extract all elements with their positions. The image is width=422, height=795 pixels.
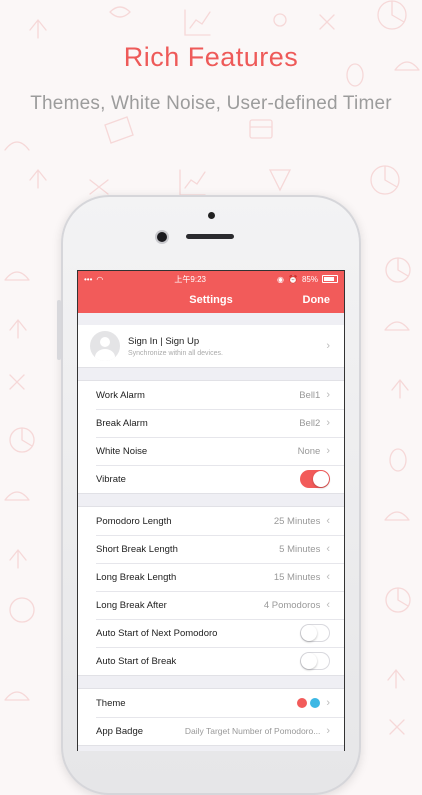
theme-row[interactable]: Theme ›	[78, 689, 344, 717]
headline: Rich Features	[123, 42, 299, 72]
pomodoro-length-row[interactable]: Pomodoro Length 25 Minutes ‹	[78, 507, 344, 535]
theme-color-swatch	[297, 698, 308, 708]
subheadline: Themes, White Noise, User-defined Timer	[30, 93, 392, 114]
chevron-left-icon: ‹	[326, 515, 330, 527]
chevron-right-icon: ›	[326, 445, 330, 457]
chevron-right-icon: ›	[326, 725, 330, 737]
done-button[interactable]: Done	[303, 294, 331, 306]
chevron-right-icon: ›	[326, 389, 330, 401]
front-camera-icon	[157, 232, 167, 242]
chevron-left-icon: ‹	[326, 571, 330, 583]
chevron-right-icon: ›	[326, 417, 330, 429]
auto-start-next-row: Auto Start of Next Pomodoro	[78, 619, 344, 647]
short-break-length-row[interactable]: Short Break Length 5 Minutes ‹	[78, 535, 344, 563]
chevron-left-icon: ‹	[326, 599, 330, 611]
theme-color-swatch	[310, 698, 321, 708]
earpiece-speaker	[186, 234, 234, 239]
status-bar: ••• ◠ 上午9:23 ◉ ⏰ 85%	[78, 271, 344, 287]
app-badge-row[interactable]: App Badge Daily Target Number of Pomodor…	[78, 717, 344, 745]
battery-icon	[322, 275, 338, 283]
auto-start-break-toggle[interactable]	[300, 652, 330, 670]
page-title: Settings	[189, 294, 233, 306]
alarm-icon: ⏰	[288, 274, 298, 284]
signal-icon: •••	[84, 274, 93, 284]
auto-start-break-row: Auto Start of Break	[78, 647, 344, 675]
work-alarm-row[interactable]: Work Alarm Bell1 ›	[78, 381, 344, 409]
appearance-settings-group: Theme › App Badge Daily Target Number of…	[78, 688, 344, 746]
battery-percent: 85%	[301, 274, 318, 284]
sign-in-subtitle: Synchronize within all devices.	[128, 349, 223, 357]
chevron-right-icon: ›	[326, 697, 330, 709]
break-alarm-row[interactable]: Break Alarm Bell2 ›	[78, 409, 344, 437]
vibrate-row: Vibrate	[78, 465, 344, 493]
sound-settings-group: Work Alarm Bell1 › Break Alarm Bell2 › Whi…	[78, 380, 344, 494]
vibrate-toggle[interactable]	[300, 470, 330, 488]
long-break-length-row[interactable]: Long Break Length 15 Minutes ‹	[78, 563, 344, 591]
auto-start-next-toggle[interactable]	[300, 624, 330, 642]
location-icon: ◉	[277, 274, 285, 284]
chevron-right-icon: ›	[326, 340, 330, 352]
camera-icon	[208, 212, 215, 219]
status-time: 上午9:23	[174, 274, 206, 284]
phone-screen: ••• ◠ 上午9:23 ◉ ⏰ 85% Settings Done Sign …	[77, 270, 345, 751]
wifi-icon: ◠	[96, 274, 104, 284]
navigation-bar: ••• ◠ 上午9:23 ◉ ⏰ 85% Settings Done	[78, 271, 344, 313]
long-break-after-row[interactable]: Long Break After 4 Pomodoros ‹	[78, 591, 344, 619]
sign-in-title: Sign In | Sign Up	[128, 335, 200, 347]
white-noise-row[interactable]: White Noise None ›	[78, 437, 344, 465]
avatar-icon	[90, 331, 120, 361]
chevron-left-icon: ‹	[326, 543, 330, 555]
phone-side-button	[57, 300, 61, 360]
timer-settings-group: Pomodoro Length 25 Minutes ‹ Short Break …	[78, 506, 344, 676]
sign-in-row[interactable]: Sign In | Sign Up Synchronize within all…	[78, 325, 344, 368]
